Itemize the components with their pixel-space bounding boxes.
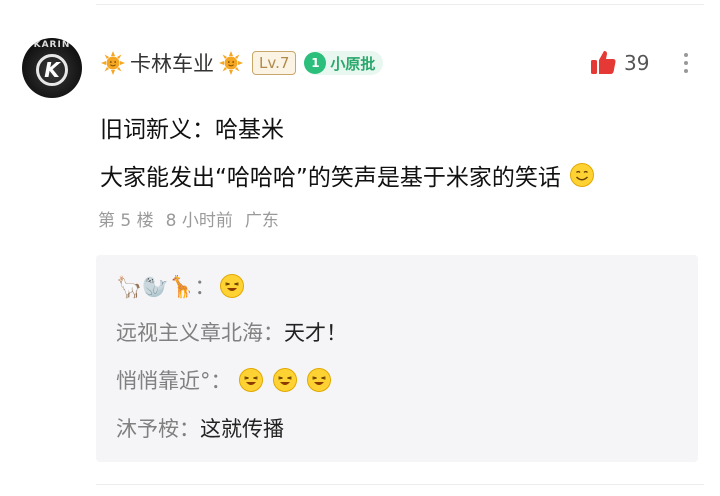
fan-level-gem: 1 [304, 52, 327, 74]
reply-item[interactable]: 远视主义章北海： 天才！ [116, 317, 347, 347]
smile-emoji-icon [569, 163, 594, 187]
reply-item[interactable]: 悄悄靠近°： [116, 365, 340, 395]
laugh-emoji-icon [238, 368, 263, 392]
reply-text: 天才！ [284, 321, 347, 345]
more-dot [684, 69, 688, 73]
floor-number: 第 5 楼 [98, 211, 154, 231]
author-row: 卡林车业 Lv.7 1 小原批 [100, 48, 384, 78]
level-badge: Lv.7 [252, 51, 297, 75]
like-button[interactable]: 39 [588, 48, 649, 78]
reply-author[interactable]: 沐予桉： [116, 413, 200, 443]
avatar-letter: K [44, 58, 60, 82]
like-count: 39 [624, 51, 650, 75]
reply-item[interactable]: 🦙🦭🦒： [116, 271, 253, 301]
thumbs-up-icon [591, 50, 616, 74]
post-location: 广东 [244, 211, 279, 231]
laugh-emoji-icon [220, 274, 245, 298]
avatar[interactable]: KARIN K [22, 38, 82, 98]
fan-badge[interactable]: 1 小原批 [304, 51, 384, 75]
laugh-emoji-icon [306, 368, 331, 392]
reply-author[interactable]: 🦙🦭🦒： [116, 271, 215, 301]
comment-line-2: 大家能发出“哈哈哈”的笑声是基于米家的笑话 [100, 158, 595, 192]
more-button[interactable] [678, 48, 694, 78]
comment-line-1: 旧词新义：哈基米 [100, 117, 284, 143]
post-time: 8 小时前 [165, 211, 233, 231]
sun-icon [219, 51, 243, 75]
sun-icon [101, 51, 125, 75]
more-dot [684, 53, 688, 57]
fan-badge-label: 小原批 [330, 54, 376, 73]
reply-author[interactable]: 悄悄靠近°： [116, 365, 232, 395]
comment-line-2-text: 大家能发出“哈哈哈”的笑声是基于米家的笑话 [100, 165, 561, 191]
top-divider [96, 4, 704, 5]
comment-meta: 第 5 楼 8 小时前 广东 [98, 206, 279, 231]
reply-text: 这就传播 [200, 417, 284, 441]
more-dot [684, 61, 688, 65]
username[interactable]: 卡林车业 [130, 48, 214, 78]
bottom-divider [96, 484, 704, 485]
reply-list[interactable]: 🦙🦭🦒： 远视主义章北海： 天才！ 悄悄靠近°： 沐予桉： 这就传播 [96, 255, 698, 462]
laugh-emoji-icon [272, 368, 297, 392]
avatar-brand-text: KARIN [33, 40, 71, 50]
reply-item[interactable]: 沐予桉： 这就传播 [116, 413, 284, 443]
reply-author[interactable]: 远视主义章北海： [116, 317, 284, 347]
